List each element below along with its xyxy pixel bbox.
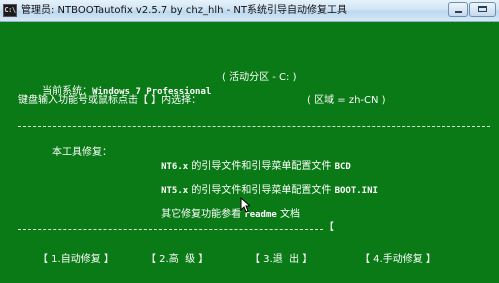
nt5-file: BOOT.INI	[334, 186, 378, 196]
menu-manual-repair[interactable]: 【 4.手动修复 】	[360, 253, 436, 267]
other-suffix: 文档	[279, 209, 300, 220]
bracket-mark: 【	[324, 222, 334, 233]
menu-advanced[interactable]: 【 2.高 级 】	[146, 253, 208, 267]
window-title: 管理员: NTBOOTautofix v2.5.7 by chz_hlh - N…	[21, 5, 347, 16]
menu-auto-repair[interactable]: 【 1.自动修复 】	[38, 253, 114, 267]
repair-label: 本工具修复：	[52, 147, 112, 158]
partition-info: ( 活动分区 - C: )	[222, 72, 297, 83]
mouse-cursor-icon	[240, 197, 250, 213]
console-app-icon[interactable]: C:\	[3, 4, 17, 17]
prompt-text: 键盘输入功能号或鼠标点击【 】内选择：	[18, 95, 202, 106]
other-prefix: 其它修复功能参看	[161, 209, 242, 220]
locale-info: ( 区域 = zh-CN )	[307, 95, 386, 106]
minimize-button[interactable]	[448, 2, 468, 17]
divider-bottom	[18, 229, 323, 230]
maximize-button[interactable]	[469, 2, 496, 17]
title-bar: C:\ 管理员: NTBOOTautofix v2.5.7 by chz_hlh…	[0, 0, 499, 22]
menu-exit[interactable]: 【 3.退 出 】	[250, 253, 312, 267]
divider-top	[18, 126, 490, 127]
